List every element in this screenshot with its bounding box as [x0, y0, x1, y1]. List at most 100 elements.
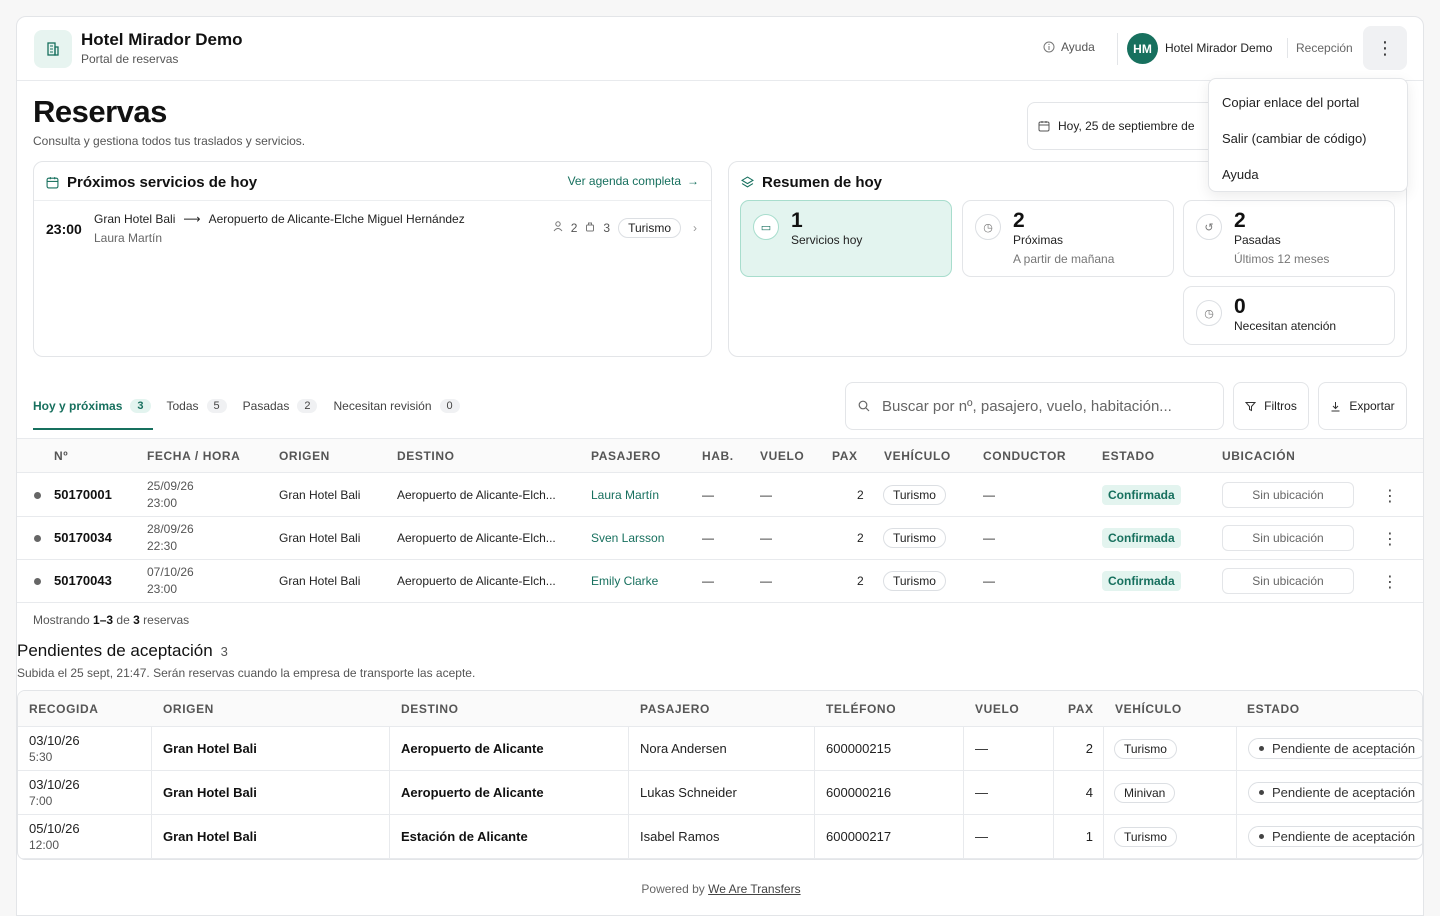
filters-label: Filtros [1264, 399, 1297, 413]
stat-attention-num: 0 [1234, 295, 1246, 318]
vehicle-tag: Turismo [618, 218, 681, 238]
tab-needs-review[interactable]: Necesitan revisión 0 [333, 395, 460, 417]
menu-item-help[interactable]: Ayuda [1209, 156, 1407, 192]
pending-table-header: RECOGIDA ORIGEN DESTINO PASAJERO TELÉFON… [18, 691, 1422, 727]
status-dot [34, 492, 41, 499]
pagination-summary: Mostrando 1–3 de 3 reservas [33, 613, 189, 627]
table-row[interactable]: 50170001 25/09/26 23:00 Gran Hotel Bali A… [17, 474, 1423, 517]
pending-badge: Pendiente de aceptación [1248, 826, 1422, 847]
date-label: Hoy, 25 de septiembre de [1058, 119, 1195, 133]
service-origin: Gran Hotel Bali [94, 212, 176, 226]
user-separator [1287, 38, 1288, 58]
stat-attention-label: Necesitan atención [1234, 319, 1337, 333]
col-header: ESTADO [1247, 702, 1300, 716]
service-row[interactable]: 23:00 Gran Hotel Bali ⟶ Aeropuerto de Al… [34, 200, 711, 256]
col-header[interactable]: HAB. [702, 449, 734, 463]
stat-upcoming[interactable]: ◷ 2 Próximas A partir de mañana [962, 200, 1174, 277]
menu-item-copy-link[interactable]: Copiar enlace del portal [1209, 84, 1407, 120]
more-menu-button[interactable]: ⋮ [1363, 26, 1407, 70]
avatar[interactable]: HM [1127, 33, 1158, 64]
origin-cell: Gran Hotel Bali [152, 771, 390, 814]
passenger-cell: Lukas Schneider [629, 771, 815, 814]
footer-link[interactable]: We Are Transfers [708, 882, 800, 896]
col-header[interactable]: UBICACIÓN [1222, 449, 1295, 463]
stat-upcoming-sub: A partir de mañana [1013, 252, 1115, 266]
route-arrow-icon: ⟶ [183, 212, 201, 226]
pending-count: 3 [220, 644, 228, 659]
header-divider [1117, 33, 1118, 65]
booking-origin: Gran Hotel Bali [279, 531, 361, 545]
pickup-date: 03/10/26 [29, 776, 80, 792]
search-input[interactable] [882, 397, 1212, 415]
origin-cell: Gran Hotel Bali [152, 815, 390, 858]
tab-label: Necesitan revisión [333, 399, 432, 413]
search-box [845, 382, 1224, 430]
passenger-link[interactable]: Emily Clarke [591, 574, 658, 588]
help-link[interactable]: Ayuda [1043, 40, 1095, 54]
upcoming-title: Próximos servicios de hoy [46, 174, 257, 191]
full-agenda-link[interactable]: Ver agenda completa → [568, 174, 699, 188]
export-button[interactable]: Exportar [1318, 382, 1407, 430]
help-label: Ayuda [1061, 40, 1095, 54]
status-badge: Confirmada [1102, 485, 1181, 505]
passenger-link[interactable]: Sven Larsson [591, 531, 664, 545]
filters-button[interactable]: Filtros [1233, 382, 1309, 430]
stat-today[interactable]: ▭ 1 Servicios hoy [740, 200, 952, 277]
col-header[interactable]: ESTADO [1102, 449, 1155, 463]
location-button[interactable]: Sin ubicación [1222, 525, 1354, 551]
luggage-icon [585, 221, 595, 235]
footer-prefix: Powered by [641, 882, 705, 896]
destination-cell: Aeropuerto de Alicante [390, 727, 629, 770]
col-header: ORIGEN [163, 702, 214, 716]
pending-row[interactable]: 03/10/26 5:30 Gran Hotel Bali Aeropuerto … [18, 727, 1422, 771]
stat-upcoming-num: 2 [1013, 209, 1025, 232]
location-button[interactable]: Sin ubicación [1222, 482, 1354, 508]
phone-cell: 600000217 [815, 815, 964, 858]
col-header[interactable]: PASAJERO [591, 449, 661, 463]
tab-label: Todas [166, 399, 199, 413]
table-row[interactable]: 50170043 07/10/26 23:00 Gran Hotel Bali A… [17, 560, 1423, 603]
account-menu: Copiar enlace del portal Salir (cambiar … [1208, 78, 1408, 192]
tab-label: Hoy y próximas [33, 399, 123, 413]
row-menu-icon[interactable]: ⋮ [1382, 529, 1398, 549]
bookings-table-header: Nº FECHA / HORA ORIGEN DESTINO PASAJERO … [17, 438, 1423, 473]
passenger-link[interactable]: Laura Martín [591, 488, 659, 502]
upcoming-services-card: Próximos servicios de hoy Ver agenda com… [33, 161, 712, 357]
vehicle-cell: Minivan [1104, 771, 1237, 814]
active-tab-indicator [33, 428, 153, 430]
stat-past-label: Pasadas [1234, 233, 1281, 247]
stat-attention[interactable]: ◷ 0 Necesitan atención [1183, 286, 1395, 345]
vehicle-tag: Minivan [1114, 782, 1176, 803]
calendar-icon [1038, 121, 1050, 132]
menu-item-logout[interactable]: Salir (cambiar de código) [1209, 120, 1407, 156]
row-menu-icon[interactable]: ⋮ [1382, 486, 1398, 506]
col-header[interactable]: CONDUCTOR [983, 449, 1066, 463]
location-button[interactable]: Sin ubicación [1222, 568, 1354, 594]
col-header[interactable]: FECHA / HORA [147, 449, 240, 463]
col-header[interactable]: Nº [54, 449, 68, 463]
pax: 2 [857, 574, 864, 588]
tab-past[interactable]: Pasadas 2 [243, 395, 318, 417]
tab-all[interactable]: Todas 5 [167, 395, 227, 417]
phone-cell: 600000216 [815, 771, 964, 814]
pending-badge: Pendiente de aceptación [1248, 738, 1422, 759]
table-row[interactable]: 50170034 28/09/26 22:30 Gran Hotel Bali A… [17, 517, 1423, 560]
col-header[interactable]: PAX [832, 449, 858, 463]
pending-row[interactable]: 05/10/26 12:00 Gran Hotel Bali Estación d… [18, 815, 1422, 859]
col-header[interactable]: ORIGEN [279, 449, 330, 463]
col-header[interactable]: DESTINO [397, 449, 455, 463]
pax-cell: 4 [1054, 771, 1104, 814]
col-header[interactable]: VEHÍCULO [884, 449, 951, 463]
full-agenda-label: Ver agenda completa [567, 174, 681, 188]
booking-destination: Aeropuerto de Alicante-Elch... [397, 488, 556, 502]
row-menu-icon[interactable]: ⋮ [1382, 572, 1398, 592]
tab-count: 0 [439, 399, 460, 413]
pending-badge: Pendiente de aceptación [1248, 782, 1422, 803]
passenger-cell: Nora Andersen [629, 727, 815, 770]
stat-past[interactable]: ↺ 2 Pasadas Últimos 12 meses [1183, 200, 1395, 277]
tab-today-upcoming[interactable]: Hoy y próximas 3 [33, 395, 151, 417]
pickup-time: 7:00 [29, 793, 53, 808]
col-header[interactable]: VUELO [760, 449, 804, 463]
room: — [702, 488, 714, 502]
pending-row[interactable]: 03/10/26 7:00 Gran Hotel Bali Aeropuerto … [18, 771, 1422, 815]
